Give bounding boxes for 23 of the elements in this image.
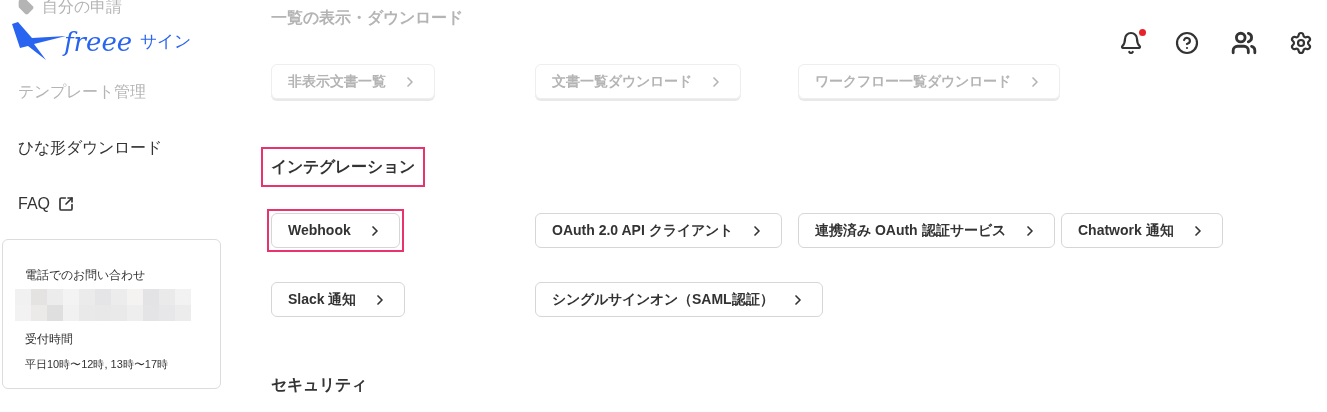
bell-icon	[1119, 31, 1143, 55]
tag-icon	[18, 0, 34, 15]
integration-button[interactable]: Chatwork 通知	[1061, 213, 1223, 248]
integration-button[interactable]: 連携済み OAuth 認証サービス	[798, 213, 1055, 248]
logo-wordmark: freee	[64, 29, 133, 55]
section-heading: 一覧の表示・ダウンロード	[271, 8, 463, 28]
notification-button[interactable]	[1119, 31, 1143, 55]
sidebar-link[interactable]: FAQ	[0, 176, 232, 232]
settings-icon[interactable]	[1289, 31, 1313, 55]
integration-button[interactable]: シングルサインオン（SAML認証）	[535, 282, 823, 317]
people-icon[interactable]	[1231, 30, 1257, 56]
contact-title: 電話でのお問い合わせ	[24, 267, 146, 284]
hours-label: 受付時間	[24, 331, 74, 348]
logo-suffix: サイン	[140, 31, 192, 54]
integration-button[interactable]: OAuth 2.0 API クライアント	[535, 213, 782, 248]
help-icon[interactable]	[1175, 31, 1199, 55]
section-heading: インテグレーション	[271, 157, 415, 177]
section-heading: セキュリティ	[271, 375, 367, 395]
integration-button[interactable]: Webhook	[271, 213, 400, 248]
integration-button[interactable]: Slack 通知	[271, 282, 406, 317]
sidebar-link[interactable]: ひな形ダウンロード	[0, 120, 232, 176]
hours-text: 平日10時〜12時, 13時〜17時	[24, 357, 170, 372]
external-link-icon	[58, 196, 74, 212]
